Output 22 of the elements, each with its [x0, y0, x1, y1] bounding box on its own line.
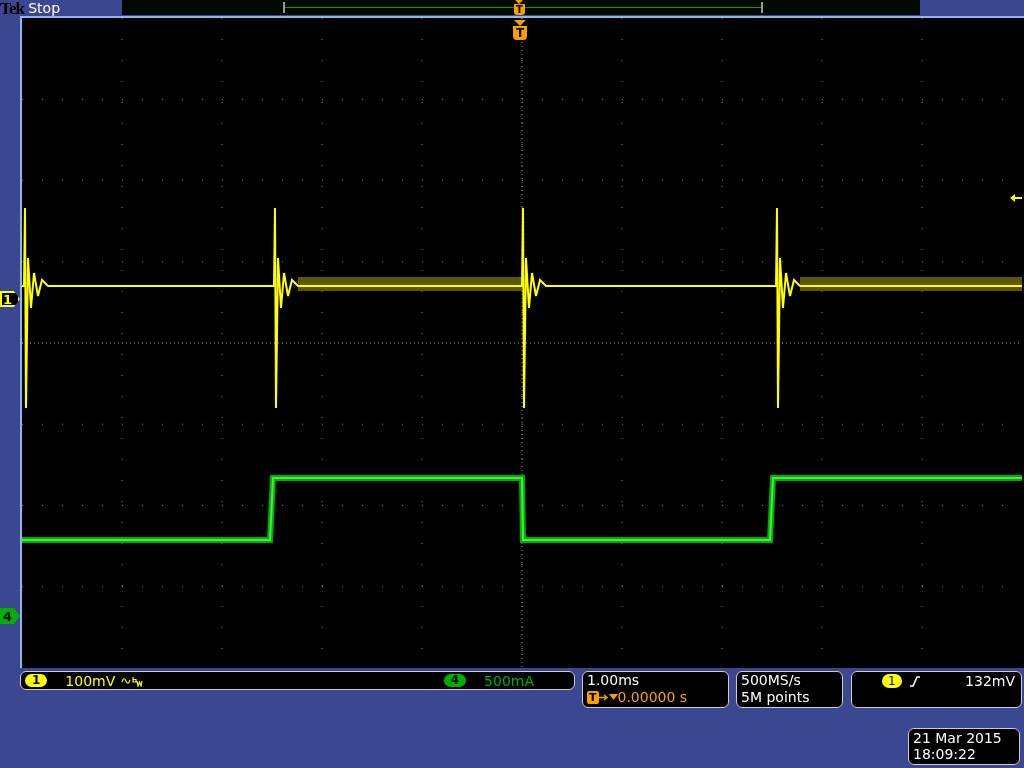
channel-marker[interactable]: 1 — [0, 291, 20, 307]
time: 18:09:22 — [913, 746, 977, 762]
run-state: Stop — [28, 1, 61, 15]
brand-logo: Tek — [0, 0, 25, 17]
triangle-down-icon — [608, 694, 618, 701]
sample-rate: 500MS/s — [741, 672, 802, 689]
date: 21 Mar 2015 — [913, 730, 1003, 746]
timebase-scale: 1.00ms — [587, 672, 641, 689]
trigger-position-marker: T — [514, 4, 525, 15]
arrow-right-icon — [598, 693, 609, 702]
vertical-scale: 500mA — [484, 673, 534, 688]
record-length: 5M points — [741, 689, 811, 706]
trigger-position-marker: T — [513, 26, 528, 40]
trigger-source-badge: 1 — [882, 674, 902, 688]
trigger-position: 0.00000 s — [617, 689, 688, 706]
trigger-level-icon — [1010, 194, 1022, 202]
vertical-scale: 100mV — [65, 673, 116, 688]
channel-marker[interactable]: 4 — [0, 608, 20, 624]
trigger-position-marker: T — [587, 691, 599, 704]
channel-badge[interactable]: 1 — [25, 674, 48, 687]
channel-badge[interactable]: 4 — [443, 674, 467, 687]
trigger-level: 132mV — [965, 673, 1015, 690]
